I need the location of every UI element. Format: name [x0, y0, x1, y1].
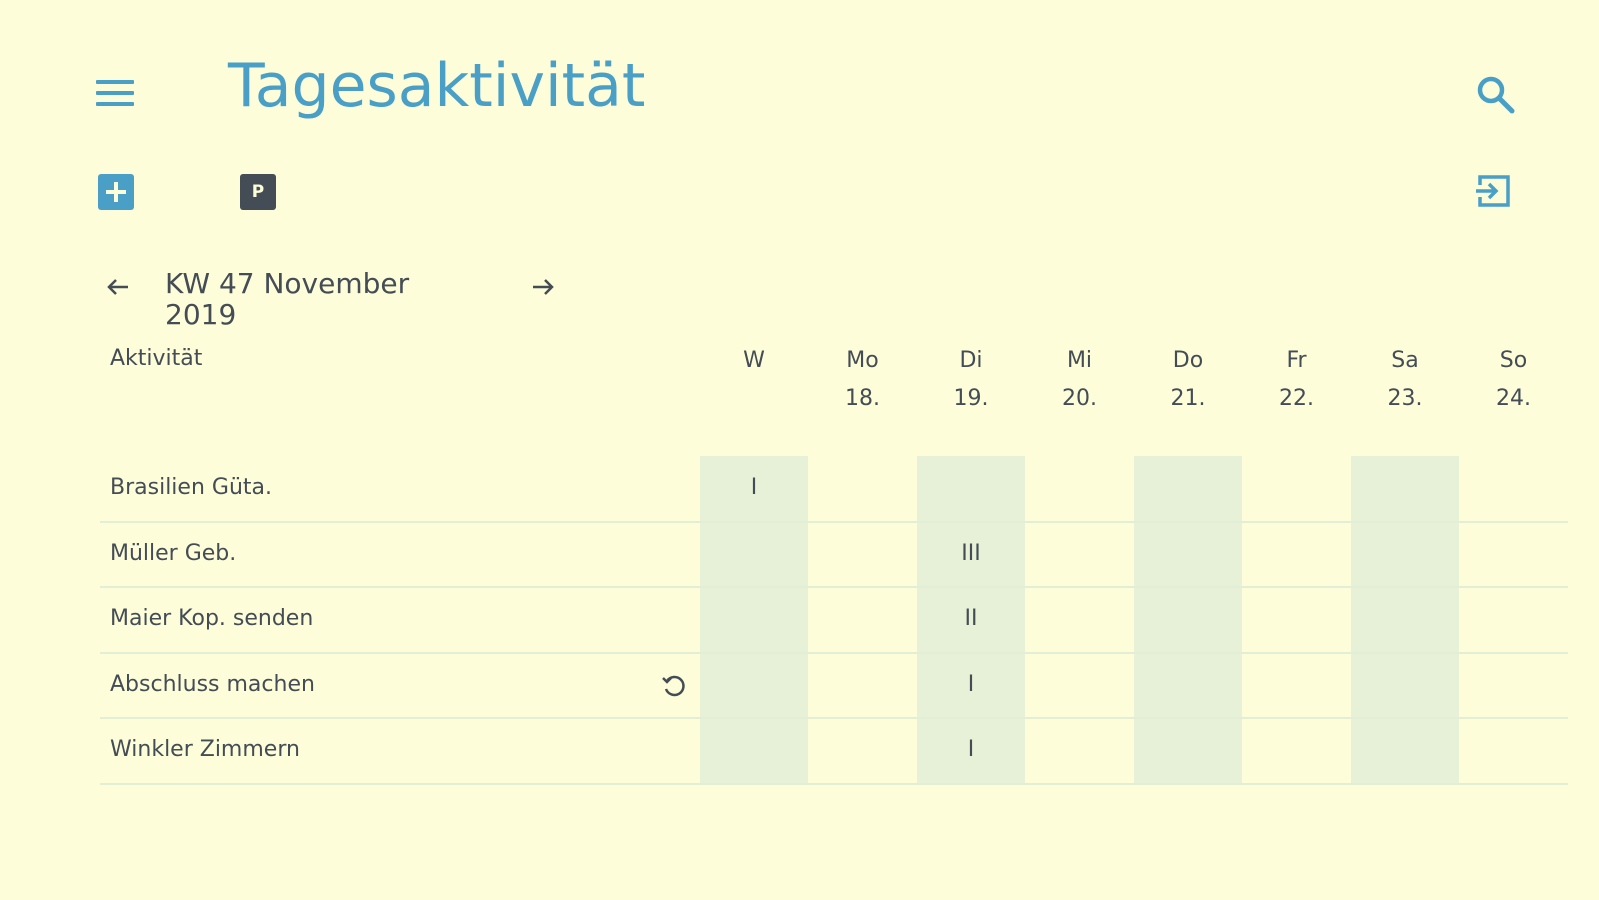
day-name: Sa: [1391, 348, 1419, 373]
day-name: Mi: [1066, 348, 1093, 373]
column-shade: [700, 456, 808, 784]
day-column-header: Di 19.: [917, 342, 1025, 418]
row-label[interactable]: Müller Geb.: [110, 539, 236, 569]
day-date: 21.: [1170, 386, 1206, 411]
row-divider: [100, 783, 1568, 785]
hamburger-menu-icon[interactable]: [96, 78, 136, 110]
arrow-left-icon[interactable]: [104, 272, 134, 302]
row-divider: [100, 520, 1568, 523]
day-date: 19.: [953, 386, 989, 411]
row-label[interactable]: Abschluss machen: [110, 670, 315, 700]
day-column-header: Fr 22.: [1243, 342, 1351, 418]
repeat-icon[interactable]: [660, 672, 688, 700]
cell-value[interactable]: I: [917, 735, 1025, 765]
cell-value[interactable]: II: [917, 604, 1025, 634]
search-icon[interactable]: [1474, 73, 1518, 117]
row-divider: [100, 651, 1568, 654]
day-name: Do: [1172, 348, 1204, 373]
page-title: Tagesaktivität: [228, 51, 646, 121]
day-date: 23.: [1387, 386, 1423, 411]
week-label-line1: KW 47 November: [165, 267, 410, 300]
sign-in-icon[interactable]: [1474, 171, 1514, 211]
row-label[interactable]: Maier Kop. senden: [110, 604, 313, 634]
cell-value[interactable]: III: [917, 539, 1025, 569]
p-button[interactable]: P: [240, 174, 276, 210]
cell-value[interactable]: I: [700, 473, 808, 503]
day-column-header: So 24.: [1460, 342, 1568, 418]
day-date: 18.: [845, 386, 880, 411]
column-shade: [1134, 456, 1242, 784]
row-divider: [100, 586, 1568, 589]
week-label: KW 47 November 2019: [165, 268, 495, 330]
column-shade: [1351, 456, 1459, 784]
row-divider: [100, 717, 1568, 720]
day-date: 24.: [1496, 386, 1531, 411]
day-date: [700, 380, 808, 418]
day-column-header: Sa 23.: [1351, 342, 1459, 418]
day-name: Mo: [846, 348, 879, 373]
day-column-header: Mi 20.: [1026, 342, 1134, 418]
day-date: 22.: [1279, 386, 1314, 411]
day-name: Di: [959, 348, 983, 373]
arrow-right-icon[interactable]: [528, 272, 558, 302]
day-column-header: W: [700, 342, 808, 418]
cell-value[interactable]: I: [917, 670, 1025, 700]
day-date: 20.: [1062, 386, 1097, 411]
day-name: Fr: [1286, 348, 1307, 373]
add-activity-button[interactable]: [98, 174, 134, 210]
day-name: So: [1499, 348, 1528, 373]
week-label-line2: 2019: [165, 298, 237, 331]
row-label[interactable]: Brasilien Güta.: [110, 473, 272, 503]
day-name: W: [743, 348, 765, 373]
day-column-header: Mo 18.: [809, 342, 917, 418]
row-label[interactable]: Winkler Zimmern: [110, 735, 300, 765]
activity-column-header: Aktivität: [110, 346, 203, 371]
day-column-header: Do 21.: [1134, 342, 1242, 418]
